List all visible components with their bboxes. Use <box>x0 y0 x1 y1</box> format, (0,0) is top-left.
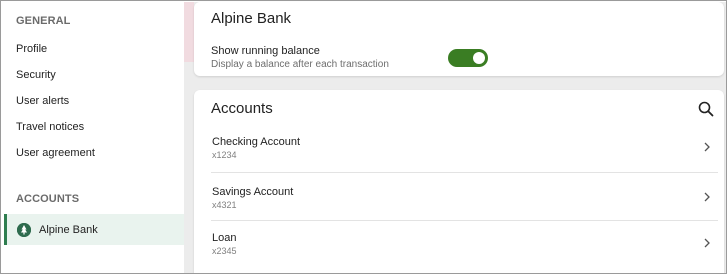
accounts-title: Accounts <box>211 100 273 117</box>
chevron-right-icon <box>702 140 712 152</box>
running-balance-label: Show running balance <box>211 45 320 57</box>
sidebar-item-label: Alpine Bank <box>39 223 98 236</box>
running-balance-description: Display a balance after each transaction <box>211 59 389 70</box>
sidebar-item-profile[interactable]: Profile <box>16 43 47 55</box>
account-name: Savings Account <box>212 186 294 198</box>
accounts-card: Accounts Checking Account x1234 Savings … <box>194 90 724 273</box>
row-divider <box>211 220 718 221</box>
account-number: x4321 <box>212 200 237 210</box>
account-name: Checking Account <box>212 136 301 148</box>
settings-window: GENERAL Profile Security User alerts Tra… <box>0 0 727 274</box>
toggle-knob <box>473 52 485 64</box>
account-row-loan[interactable]: Loan x2345 <box>194 232 724 273</box>
account-row-checking[interactable]: Checking Account x1234 <box>194 136 724 184</box>
sidebar: GENERAL Profile Security User alerts Tra… <box>2 2 184 273</box>
bank-title: Alpine Bank <box>211 10 292 27</box>
account-row-savings[interactable]: Savings Account x4321 <box>194 186 724 234</box>
sidebar-item-security[interactable]: Security <box>16 69 56 81</box>
sidebar-item-user-agreement[interactable]: User agreement <box>16 147 95 159</box>
sidebar-item-user-alerts[interactable]: User alerts <box>16 95 69 107</box>
decorative-strip <box>184 2 194 62</box>
chevron-right-icon <box>702 236 712 248</box>
account-name: Loan <box>212 232 237 244</box>
accounts-section-title: ACCOUNTS <box>16 193 80 205</box>
account-number: x2345 <box>212 246 237 256</box>
row-divider <box>211 172 718 173</box>
running-balance-toggle[interactable] <box>448 49 488 67</box>
chevron-right-icon <box>702 190 712 202</box>
sidebar-item-alpine-bank[interactable]: Alpine Bank <box>4 214 184 245</box>
account-number: x1234 <box>212 150 237 160</box>
alpine-bank-logo-icon <box>17 222 31 237</box>
general-section-title: GENERAL <box>16 15 71 27</box>
search-icon[interactable] <box>697 100 715 118</box>
sidebar-item-travel-notices[interactable]: Travel notices <box>16 121 84 133</box>
bank-settings-card: Alpine Bank Show running balance Display… <box>194 2 724 76</box>
